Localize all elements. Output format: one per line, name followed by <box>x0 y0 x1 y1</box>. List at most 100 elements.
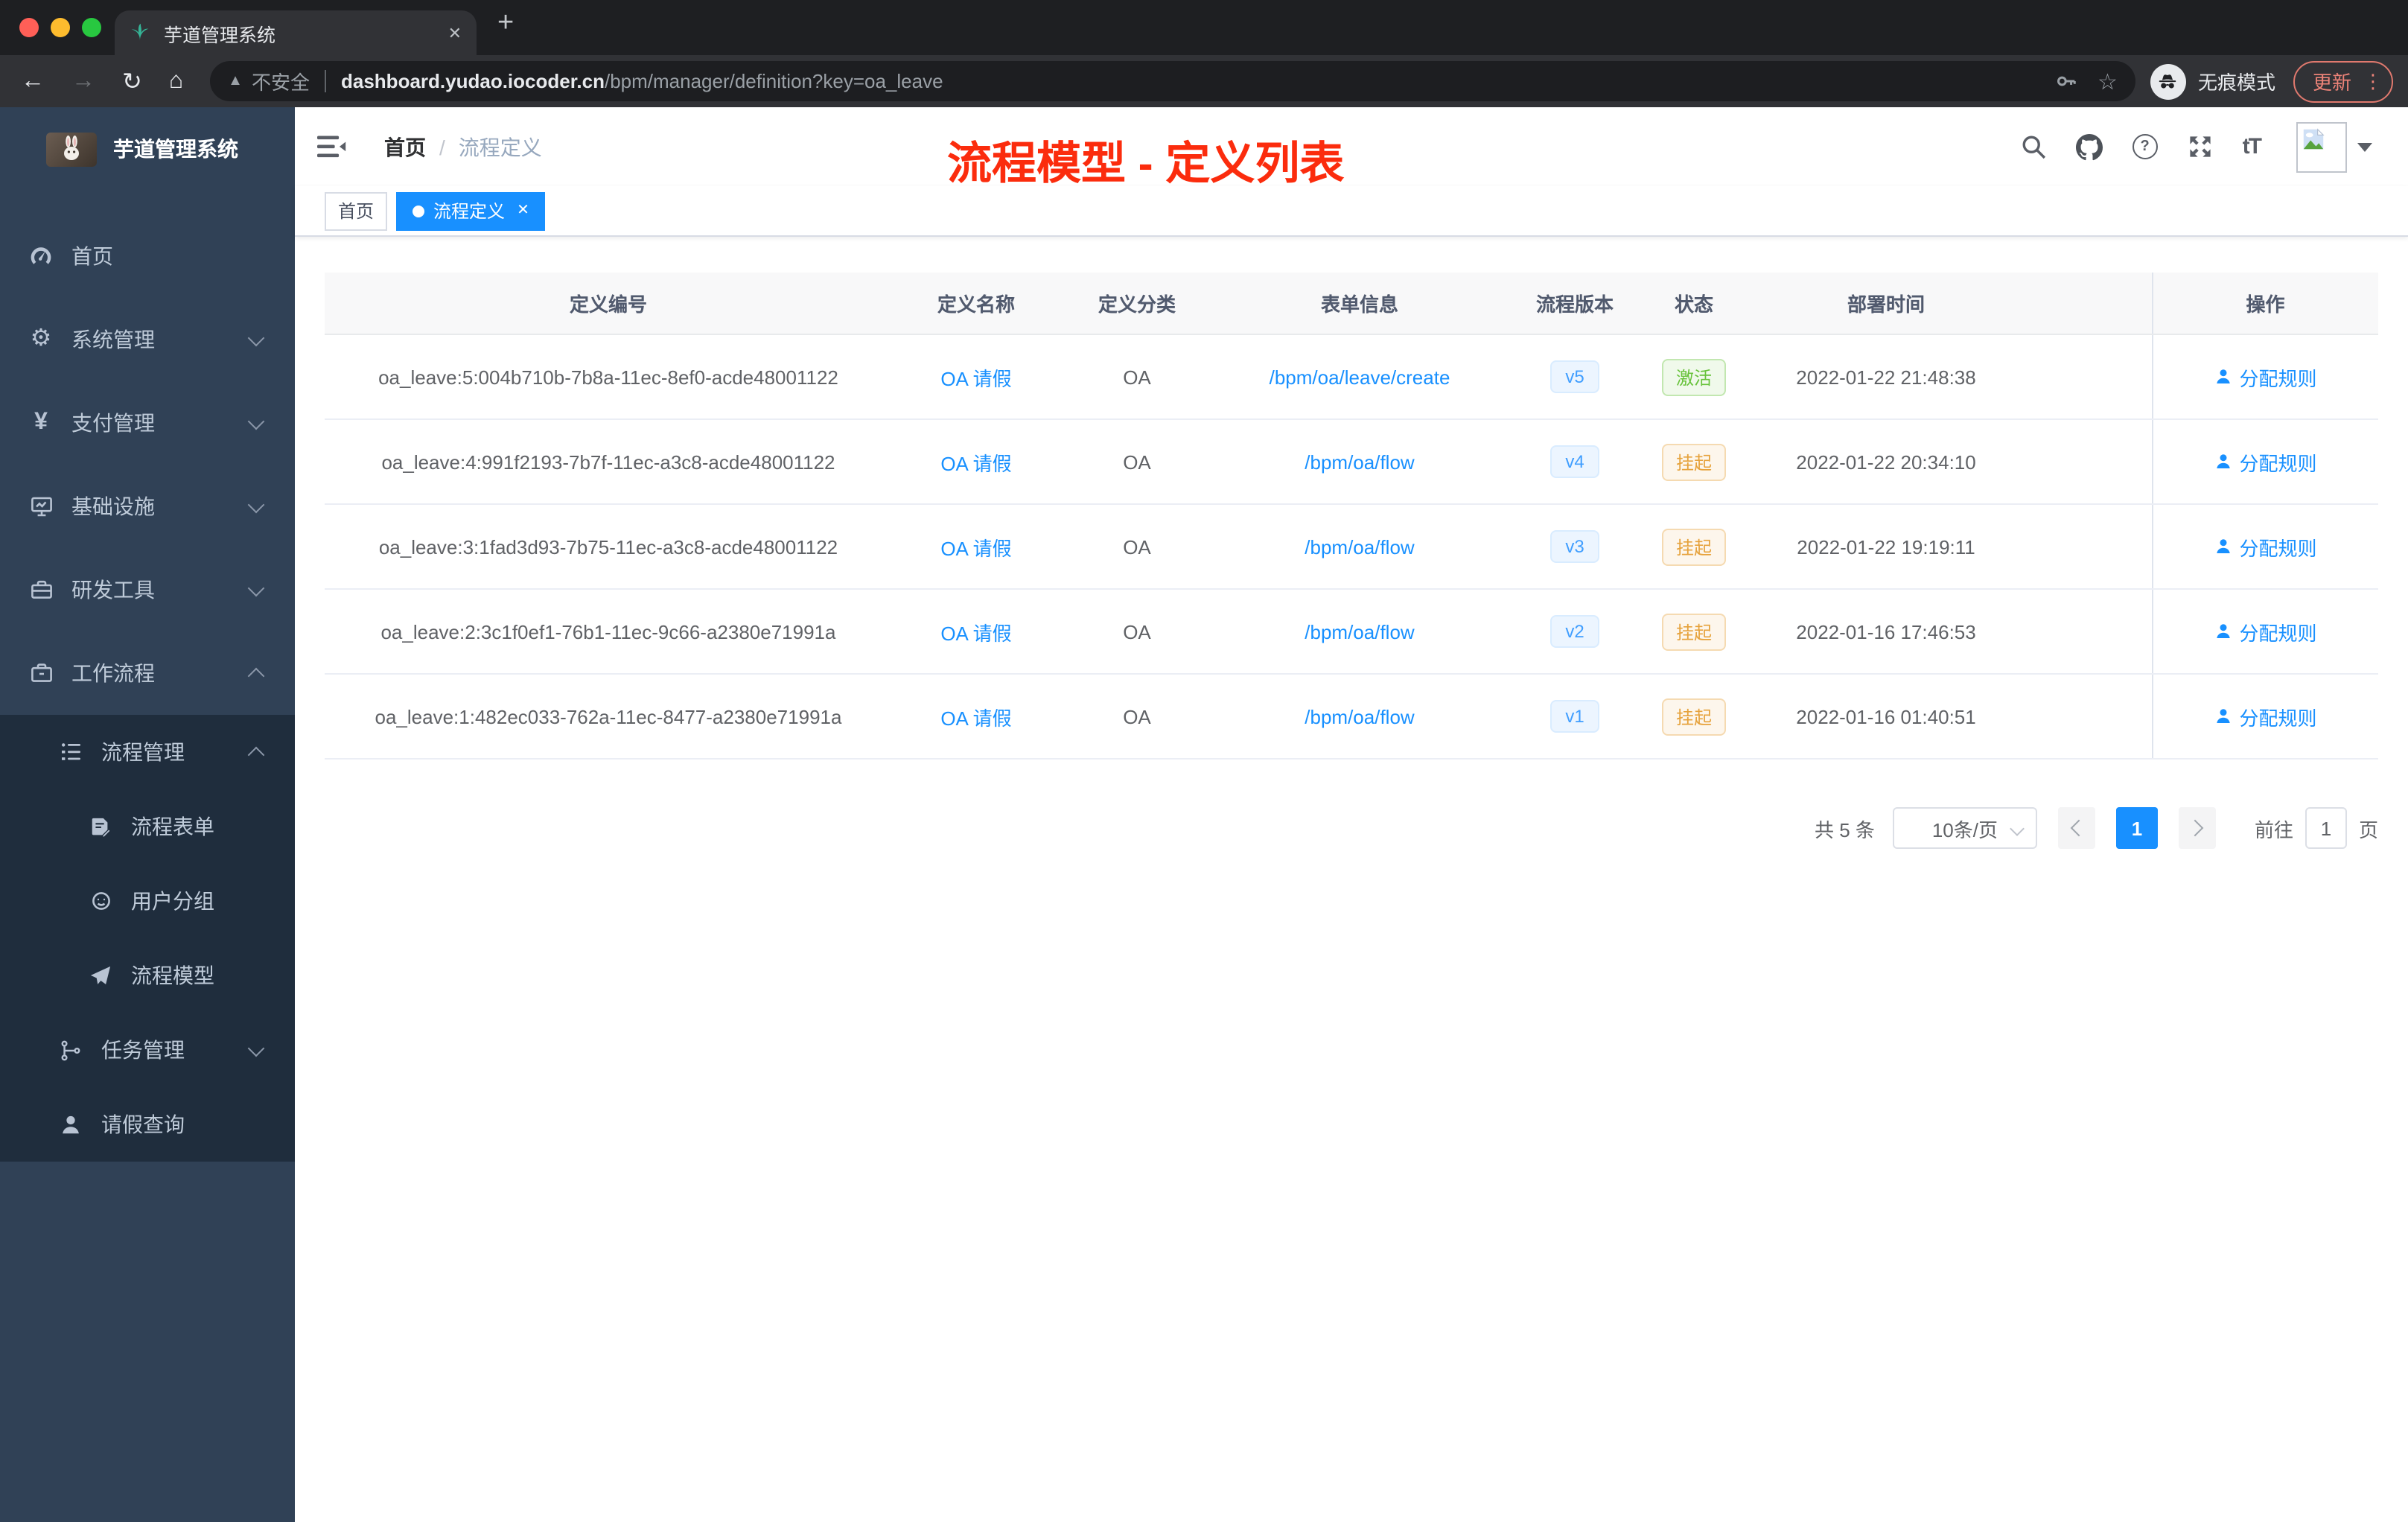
sidebar-item-infrastructure[interactable]: 基础设施 <box>0 465 295 548</box>
assign-rule-link[interactable]: 分配规则 <box>2214 617 2317 646</box>
avatar[interactable] <box>2296 121 2347 172</box>
cell-filler <box>2028 334 2152 420</box>
form-link[interactable]: /bpm/oa/flow <box>1305 705 1414 727</box>
column-header-id: 定义编号 <box>325 273 892 335</box>
sidebar-item-label: 流程管理 <box>101 740 185 764</box>
form-link[interactable]: /bpm/oa/leave/create <box>1270 366 1450 388</box>
chevron-left-icon <box>2070 819 2088 837</box>
breadcrumb-home[interactable]: 首页 <box>384 132 426 162</box>
window-maximize-button[interactable] <box>82 18 101 37</box>
cell-deploy-time: 2022-01-22 21:48:38 <box>1744 334 2028 420</box>
definition-name-link[interactable]: OA 请假 <box>940 622 1011 644</box>
assign-rule-link[interactable]: 分配规则 <box>2214 448 2317 476</box>
definition-name-link[interactable]: OA 请假 <box>940 707 1011 729</box>
definition-name-link[interactable]: OA 请假 <box>940 452 1011 474</box>
sidebar-item-home[interactable]: 首页 <box>0 214 295 298</box>
sidebar-item-process-management[interactable]: 流程管理 <box>0 715 295 789</box>
forward-icon[interactable]: → <box>71 68 95 95</box>
sidebar-item-label: 流程表单 <box>131 815 214 838</box>
cell-filler <box>2028 504 2152 590</box>
sidebar-item-payment[interactable]: ¥ 支付管理 <box>0 381 295 465</box>
form-link[interactable]: /bpm/oa/flow <box>1305 450 1414 473</box>
goto-page-input[interactable] <box>2305 807 2347 849</box>
gear-icon: ⚙ <box>30 326 52 351</box>
tag-close-icon[interactable]: ✕ <box>517 203 529 219</box>
main-area: 首页 / 流程定义 流程模型 - 定义列表 ? tT 首页 流程定义 ✕ 定义编… <box>295 107 2408 1522</box>
user-group-icon <box>88 888 113 914</box>
address-bar[interactable]: ▲ 不安全 dashboard.yudao.iocoder.cn /bpm/ma… <box>210 61 2135 101</box>
tab-title: 芋道管理系统 <box>164 25 276 45</box>
sidebar-item-user-group[interactable]: 用户分组 <box>0 864 295 938</box>
version-badge: v2 <box>1550 615 1599 648</box>
next-page-button[interactable] <box>2178 807 2216 849</box>
chevron-down-icon <box>247 412 265 430</box>
briefcase-icon <box>28 660 54 686</box>
sidebar-item-leave-query[interactable]: 请假查询 <box>0 1087 295 1162</box>
refresh-icon[interactable]: ↻ <box>122 66 142 96</box>
active-dot <box>413 205 425 217</box>
sidebar-item-process-model[interactable]: 流程模型 <box>0 938 295 1013</box>
security-label[interactable]: 不安全 <box>252 67 310 95</box>
assign-rule-link[interactable]: 分配规则 <box>2214 363 2317 391</box>
logo-image <box>46 132 97 166</box>
caret-down-icon[interactable] <box>2357 142 2372 151</box>
table-row: oa_leave:2:3c1f0ef1-76b1-11ec-9c66-a2380… <box>325 589 2378 675</box>
prev-page-button[interactable] <box>2057 807 2095 849</box>
tab-close-icon[interactable]: ✕ <box>448 23 462 42</box>
sidebar-item-system[interactable]: ⚙ 系统管理 <box>0 298 295 381</box>
sidebar-item-label: 流程模型 <box>131 964 214 987</box>
tag-process-definition[interactable]: 流程定义 ✕ <box>396 191 546 230</box>
column-header-version: 流程版本 <box>1506 273 1644 335</box>
annotation-title: 流程模型 - 定义列表 <box>947 140 1345 189</box>
current-page-button[interactable]: 1 <box>2115 807 2158 849</box>
form-link[interactable]: /bpm/oa/flow <box>1305 535 1414 558</box>
pagination-total: 共 5 条 <box>1815 818 1875 841</box>
browser-menu-icon[interactable]: ⋮ <box>2363 69 2383 93</box>
cell-category: OA <box>1060 674 1214 760</box>
definition-name-link[interactable]: OA 请假 <box>940 537 1011 559</box>
form-link[interactable]: /bpm/oa/flow <box>1305 620 1414 643</box>
sidebar-toggle-icon[interactable] <box>317 134 347 159</box>
table-row: oa_leave:3:1fad3d93-7b75-11ec-a3c8-acde4… <box>325 504 2378 590</box>
github-icon[interactable] <box>2075 133 2103 160</box>
assign-rule-link[interactable]: 分配规则 <box>2214 702 2317 730</box>
help-icon[interactable]: ? <box>2132 134 2158 159</box>
new-tab-button[interactable]: + <box>497 7 514 40</box>
assign-rule-link[interactable]: 分配规则 <box>2214 532 2317 561</box>
fullscreen-icon[interactable] <box>2188 134 2213 159</box>
cell-category: OA <box>1060 419 1214 505</box>
cell-id: oa_leave:4:991f2193-7b7f-11ec-a3c8-acde4… <box>325 419 892 505</box>
table-header-row: 定义编号 定义名称 定义分类 表单信息 流程版本 状态 部署时间 操作 <box>325 273 2378 335</box>
status-badge: 挂起 <box>1662 613 1725 650</box>
column-header-deploy-time: 部署时间 <box>1744 273 2028 335</box>
assign-user-icon <box>2216 454 2230 468</box>
cell-id: oa_leave:2:3c1f0ef1-76b1-11ec-9c66-a2380… <box>325 589 892 675</box>
password-key-icon[interactable] <box>2054 70 2077 92</box>
browser-update-button[interactable]: 更新 ⋮ <box>2293 60 2393 102</box>
page-size-select[interactable]: 10条/页 <box>1892 807 2037 849</box>
browser-tab[interactable]: 芋道管理系统 ✕ <box>115 10 477 55</box>
cell-deploy-time: 2022-01-22 20:34:10 <box>1744 419 2028 505</box>
chevron-down-icon <box>247 1039 265 1057</box>
sidebar-item-dev-tools[interactable]: 研发工具 <box>0 548 295 631</box>
sidebar-item-workflow[interactable]: 工作流程 <box>0 631 295 715</box>
sidebar-logo[interactable]: 芋道管理系统 <box>0 107 295 191</box>
status-badge: 挂起 <box>1662 698 1725 735</box>
tag-label: 首页 <box>338 201 375 222</box>
definition-name-link[interactable]: OA 请假 <box>940 367 1011 389</box>
sidebar-item-process-form[interactable]: 流程表单 <box>0 789 295 864</box>
back-icon[interactable]: ← <box>21 68 45 95</box>
tag-home[interactable]: 首页 <box>325 191 388 230</box>
sidebar-item-task-management[interactable]: 任务管理 <box>0 1013 295 1087</box>
bookmark-star-icon[interactable]: ☆ <box>2098 68 2118 95</box>
chevron-down-icon <box>247 495 265 513</box>
app-title: 芋道管理系统 <box>113 137 238 161</box>
window-close-button[interactable] <box>19 18 39 37</box>
column-header-category: 定义分类 <box>1060 273 1214 335</box>
home-icon[interactable]: ⌂ <box>169 68 183 95</box>
window-minimize-button[interactable] <box>51 18 70 37</box>
font-size-icon[interactable]: tT <box>2243 134 2262 159</box>
paper-plane-icon <box>88 963 113 988</box>
search-icon[interactable] <box>2021 134 2046 159</box>
column-header-filler <box>2028 273 2152 335</box>
